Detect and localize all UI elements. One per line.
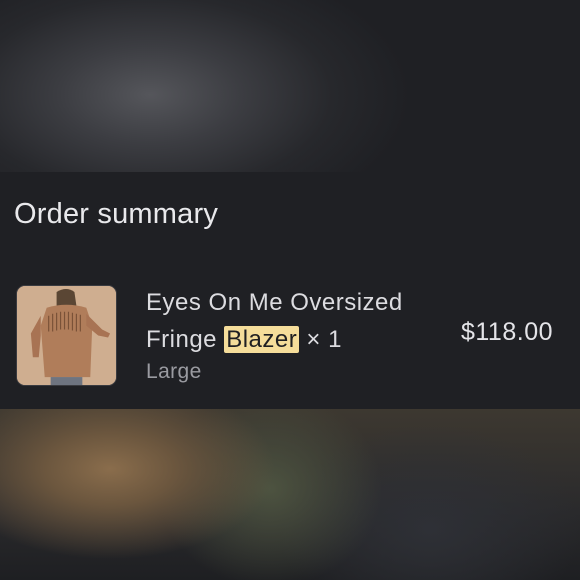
search-highlight: Blazer xyxy=(224,326,300,353)
product-name[interactable]: Eyes On Me Oversized Fringe Blazer × 1 xyxy=(146,284,436,358)
blazer-product-photo-icon xyxy=(17,286,116,385)
order-summary-card: Order summary Eyes On Me Oversized Fring… xyxy=(0,172,580,409)
blurred-background-bottom xyxy=(0,409,580,580)
blurred-background-top xyxy=(0,0,580,172)
screen: Order summary Eyes On Me Oversized Fring… xyxy=(0,0,580,580)
product-thumbnail[interactable] xyxy=(16,285,117,386)
product-quantity: × 1 xyxy=(299,326,342,353)
order-summary-title: Order summary xyxy=(14,198,219,230)
product-price: $118.00 xyxy=(460,318,553,346)
product-variant: Large xyxy=(146,360,202,383)
